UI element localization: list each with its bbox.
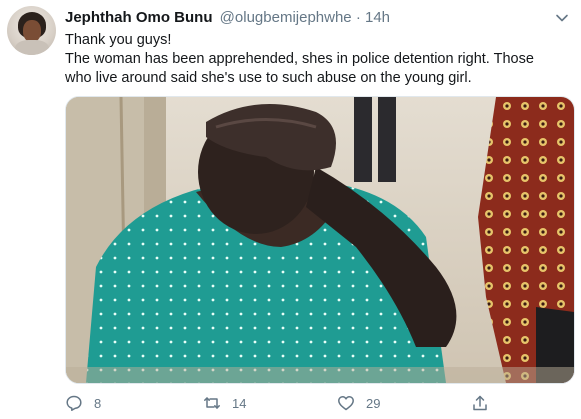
retweet-count: 14: [232, 395, 247, 411]
tweet-header: Jephthah Omo Bunu @olugbemijephwhe · 14h: [65, 8, 390, 28]
tweet[interactable]: Jephthah Omo Bunu @olugbemijephwhe · 14h…: [0, 0, 581, 419]
reply-count: 8: [94, 395, 102, 411]
chevron-down-icon: [556, 14, 568, 22]
reply-button[interactable]: 8: [65, 392, 101, 414]
tweet-photo[interactable]: [65, 96, 575, 384]
tweet-actions: 8 14 29: [65, 392, 505, 414]
separator-dot: ·: [355, 9, 361, 26]
share-icon: [471, 394, 489, 412]
retweet-icon: [203, 394, 221, 412]
avatar-body: [15, 40, 49, 55]
tweet-text: Thank you guys! The woman has been appre…: [65, 31, 565, 88]
reply-icon: [65, 394, 83, 412]
heart-icon: [337, 394, 355, 412]
share-button[interactable]: [471, 392, 500, 414]
tweet-text-line: Thank you guys!: [65, 32, 172, 48]
display-name[interactable]: Jephthah Omo Bunu: [65, 9, 213, 26]
tweet-timestamp[interactable]: 14h: [365, 9, 390, 26]
tweet-text-line: The woman has been apprehended, shes in …: [65, 51, 534, 67]
photo-illustration: [66, 97, 574, 383]
avatar-face: [23, 20, 41, 42]
user-handle[interactable]: @olugbemijephwhe: [220, 9, 352, 26]
like-count: 29: [366, 395, 381, 411]
tweet-text-line: who live around said she's use to such a…: [65, 70, 472, 86]
like-button[interactable]: 29: [337, 392, 380, 414]
retweet-button[interactable]: 14: [203, 392, 246, 414]
avatar[interactable]: [7, 6, 56, 55]
more-options-button[interactable]: [555, 11, 569, 25]
